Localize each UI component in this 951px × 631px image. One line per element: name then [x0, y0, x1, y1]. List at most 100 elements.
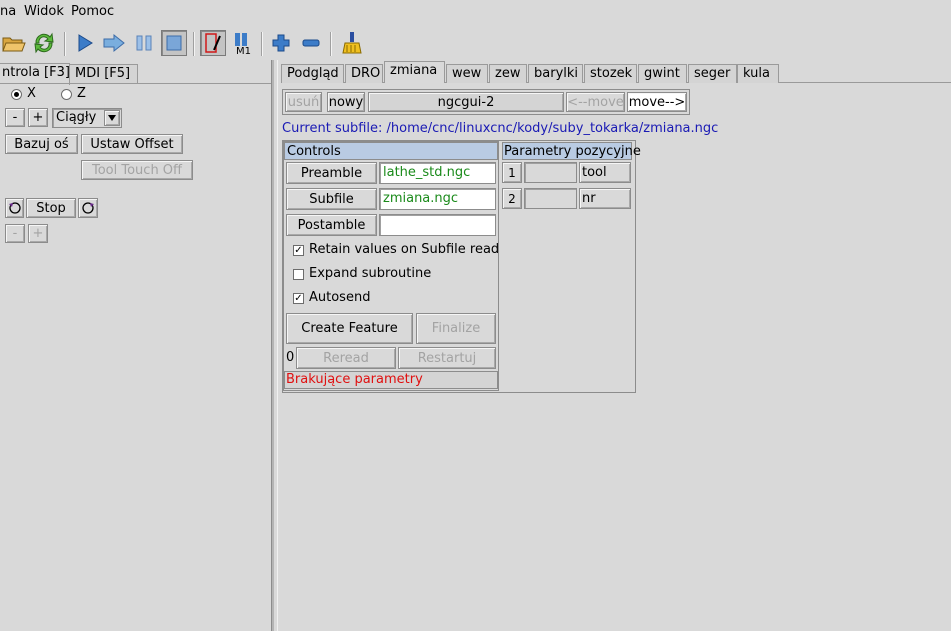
jog-mode-select[interactable]: Ciągły — [52, 108, 122, 128]
postamble-field[interactable] — [379, 214, 496, 236]
pause-icon[interactable] — [131, 30, 157, 56]
tab-wew[interactable]: wew — [446, 64, 488, 83]
chevron-down-icon[interactable] — [104, 110, 120, 126]
tab-seger[interactable]: seger — [688, 64, 737, 83]
tab-label: DRO — [351, 66, 381, 81]
param-number: 2 — [502, 188, 522, 209]
spindle-minus-button[interactable]: - — [5, 224, 25, 243]
autosend-checkbox[interactable]: ✓ — [293, 293, 304, 304]
status-bar: Brakujące parametry — [284, 371, 498, 389]
axis-z-label: Z — [77, 86, 86, 101]
tab-zmiana[interactable]: zmiana — [384, 61, 445, 83]
toolbar-separator — [330, 32, 332, 56]
home-axis-button[interactable]: Bazuj oś — [5, 134, 78, 154]
reread-button[interactable]: Reread — [296, 347, 396, 369]
current-subfile-path: Current subfile: /home/cnc/linuxcnc/kody… — [282, 121, 719, 136]
retain-values-label: Retain values on Subfile read — [309, 242, 500, 257]
menu-view[interactable]: Widok — [24, 4, 64, 19]
jog-plus-button[interactable]: + — [28, 108, 48, 127]
jog-mode-value: Ciągły — [56, 110, 97, 125]
tab-label: Podgląd — [287, 66, 339, 81]
tab-label: zew — [495, 66, 521, 81]
zoom-in-icon[interactable] — [268, 30, 294, 56]
tab-underline — [0, 83, 271, 84]
expand-subroutine-checkbox[interactable] — [293, 269, 304, 280]
postamble-button[interactable]: Postamble — [286, 214, 377, 236]
tab-label: wew — [452, 66, 482, 81]
new-page-button[interactable]: nowy — [327, 92, 365, 112]
preamble-field[interactable]: lathe_std.ngc — [379, 162, 496, 184]
tab-manual-control[interactable]: ntrola [F3] — [0, 63, 70, 85]
stop-icon[interactable] — [161, 30, 187, 56]
axis-x-label: X — [27, 86, 36, 101]
pane-splitter-highlight — [277, 60, 278, 631]
param-value-field[interactable] — [524, 162, 577, 183]
rotate-cw-icon — [82, 202, 94, 214]
move-right-button[interactable]: move--> — [627, 92, 687, 112]
tab-preview[interactable]: Podgląd — [281, 64, 344, 83]
tab-label: gwint — [644, 66, 680, 81]
tab-label: seger — [694, 66, 731, 81]
tab-zew[interactable]: zew — [489, 64, 527, 83]
tab-label: ntrola [F3] — [2, 65, 70, 80]
toolbar: M1 — [0, 26, 951, 62]
jog-minus-button[interactable]: - — [5, 108, 25, 127]
tab-mdi[interactable]: MDI [F5] — [69, 64, 138, 83]
expand-subroutine-label: Expand subroutine — [309, 266, 432, 281]
tab-label: barylki — [534, 66, 579, 81]
zoom-out-icon[interactable] — [298, 30, 324, 56]
run-icon[interactable] — [72, 30, 98, 56]
tab-label: stozek — [590, 66, 633, 81]
optional-stop-icon[interactable]: M1 — [229, 30, 255, 56]
spindle-ccw-button[interactable] — [5, 198, 24, 218]
tab-label: MDI [F5] — [75, 66, 131, 81]
feature-count: 0 — [286, 350, 295, 365]
autosend-label: Autosend — [309, 290, 371, 305]
tab-stozek[interactable]: stozek — [584, 64, 637, 83]
restart-button[interactable]: Restartuj — [398, 347, 496, 369]
pane-splitter[interactable] — [271, 60, 274, 631]
menu-machine[interactable]: na — [0, 4, 16, 19]
block-delete-icon[interactable] — [200, 30, 226, 56]
retain-values-checkbox[interactable]: ✓ — [293, 245, 304, 256]
params-header: Parametry pozycyjne — [502, 142, 641, 160]
tab-gwint[interactable]: gwint — [638, 64, 687, 83]
tab-dro[interactable]: DRO — [345, 64, 383, 83]
set-offset-button[interactable]: Ustaw Offset — [81, 134, 183, 154]
open-file-icon[interactable] — [1, 30, 27, 56]
menu-help[interactable]: Pomoc — [71, 4, 114, 19]
toolbar-separator — [64, 32, 66, 56]
page-title: ngcgui-2 — [368, 92, 564, 112]
tab-barylki[interactable]: barylki — [528, 64, 583, 83]
preamble-button[interactable]: Preamble — [286, 162, 377, 184]
finalize-button[interactable]: Finalize — [416, 313, 496, 344]
axis-x-radio[interactable] — [11, 89, 22, 100]
status-message: Brakujące parametry — [286, 372, 423, 387]
controls-header: Controls — [284, 142, 498, 160]
tab-label: kula — [743, 66, 770, 81]
param-name: nr — [579, 188, 631, 209]
tab-label: zmiana — [390, 63, 438, 78]
create-feature-button[interactable]: Create Feature — [286, 313, 413, 344]
spindle-cw-button[interactable] — [78, 198, 98, 218]
spindle-stop-button[interactable]: Stop — [26, 198, 76, 218]
param-value-field[interactable] — [524, 188, 577, 209]
axis-z-radio[interactable] — [61, 89, 72, 100]
step-icon[interactable] — [101, 30, 127, 56]
reload-icon[interactable] — [31, 30, 57, 56]
rotate-ccw-icon — [8, 202, 21, 214]
remove-page-button[interactable]: usuń — [285, 92, 322, 112]
move-left-button[interactable]: <--move — [566, 92, 625, 112]
menu-bar: na Widok Pomoc — [0, 0, 951, 24]
clear-plot-icon[interactable] — [339, 30, 365, 56]
toolbar-separator — [261, 32, 263, 56]
spindle-plus-button[interactable]: + — [28, 224, 48, 243]
subfile-button[interactable]: Subfile — [286, 188, 377, 210]
toolbar-separator — [193, 32, 195, 56]
tool-touch-off-button[interactable]: Tool Touch Off — [81, 160, 193, 180]
tab-kula[interactable]: kula — [737, 64, 779, 83]
param-name: tool — [579, 162, 631, 183]
svg-text:M1: M1 — [236, 46, 251, 55]
param-number: 1 — [502, 162, 522, 183]
subfile-field[interactable]: zmiana.ngc — [379, 188, 496, 210]
